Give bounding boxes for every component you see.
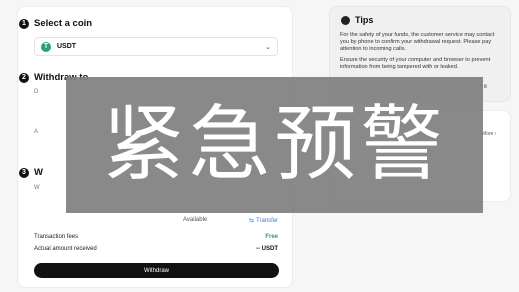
fees-label: Transaction fees <box>34 234 79 240</box>
more-link[interactable]: More › <box>482 131 496 137</box>
fees-value: Free <box>265 234 278 240</box>
step-3-number: 3 <box>19 167 29 178</box>
coin-select-value: USDT <box>57 43 77 50</box>
tip-paragraph-3-fragment: ll it <box>480 84 487 90</box>
more-label: More <box>482 131 494 137</box>
available-label: Available <box>183 217 208 223</box>
step-1-title: Select a coin <box>34 18 93 29</box>
step-select-coin: 1 Select a coin <box>19 18 92 29</box>
banner-text: 紧急预警 <box>102 97 447 192</box>
chevron-down-icon: ⌄ <box>265 43 271 51</box>
tip-paragraph-2: Ensure the security of your computer and… <box>340 57 491 70</box>
withdraw-button[interactable]: Withdraw <box>34 263 279 278</box>
usdt-icon: T <box>41 41 51 52</box>
step-2-number: 2 <box>19 72 29 83</box>
tip-paragraph-1: For the safety of your funds, the custom… <box>340 32 495 52</box>
tips-title: Tips <box>355 15 374 25</box>
chevron-right-icon: › <box>494 131 497 137</box>
step-1-number: 1 <box>19 18 29 29</box>
amount-label-fragment: A <box>34 129 39 135</box>
amount-received-row: Actual amount received -- USDT <box>34 246 278 252</box>
transfer-label: Transfer <box>256 217 279 224</box>
received-label: Actual amount received <box>34 246 97 252</box>
received-value: -- USDT <box>256 246 278 252</box>
warning-banner: 紧急预警 <box>66 77 483 213</box>
tips-header: Tips <box>341 15 373 25</box>
address-label-fragment: D <box>34 89 39 95</box>
transfer-link[interactable]: ⇆ Transfer <box>249 217 279 225</box>
coin-select[interactable]: T USDT ⌄ <box>34 37 278 56</box>
withdraw-label-fragment: W <box>34 185 40 191</box>
step-withdraw-amount: 3 W <box>19 167 43 178</box>
transfer-icon: ⇆ <box>249 218 255 224</box>
lightbulb-icon <box>341 15 350 25</box>
transaction-fees-row: Transaction fees Free <box>34 234 278 240</box>
step-3-title: W <box>34 167 43 178</box>
